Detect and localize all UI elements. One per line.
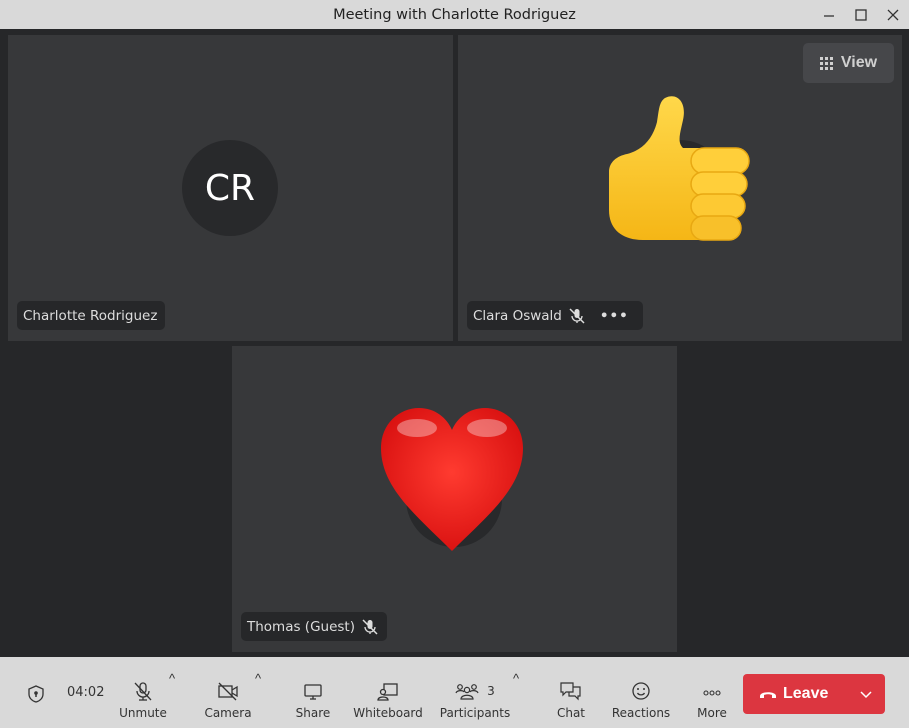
participant-name-tag: Charlotte Rodriguez [17,301,166,330]
chat-label: Chat [556,706,586,720]
thumbs-up-reaction [598,90,758,250]
unmute-label: Unmute [119,706,167,720]
reactions-label: Reactions [611,706,671,720]
maximize-button[interactable] [845,0,877,29]
more-options-button[interactable]: ••• [600,308,629,324]
video-options-caret[interactable]: ^ [255,671,261,686]
participants-icon [455,684,479,700]
unmute-button[interactable]: Unmute [118,676,168,720]
maximize-icon [855,8,867,21]
mic-off-icon [569,307,585,324]
camera-label: Camera [204,706,252,720]
window-title: Meeting with Charlotte Rodriguez [333,6,576,23]
security-shield-icon[interactable] [26,684,46,704]
whiteboard-label: Whiteboard [353,706,423,720]
participant-name-tag: Clara Oswald ••• [467,301,643,330]
audio-options-caret[interactable]: ^ [169,671,175,686]
participant-name: Clara Oswald [473,307,562,324]
chevron-down-icon[interactable] [859,689,873,699]
camera-button[interactable]: Camera [203,676,253,720]
monitor-icon [304,684,322,700]
thumbs-up-icon [609,96,750,241]
close-icon [887,9,899,20]
video-stage: CR Charlotte Rodriguez Clara Oswald ••• … [0,29,909,657]
leave-button[interactable]: Leave [743,674,885,714]
participant-tile[interactable]: CR Charlotte Rodriguez [8,35,453,341]
camera-off-icon [218,682,238,701]
participants-options-caret[interactable]: ^ [513,671,519,686]
participant-tile[interactable]: Thomas (Guest) [232,346,677,652]
smiley-icon [632,682,650,700]
hang-up-icon [760,692,776,698]
meeting-toolbar: 04:02 Unmute ^ Camera ^ Share Whiteboard… [0,657,909,728]
mic-off-icon [362,618,378,635]
avatar: CR [182,140,278,236]
view-button[interactable]: View [803,43,894,83]
minimize-icon [824,14,834,17]
more-button[interactable]: More [693,676,731,720]
share-label: Share [295,706,331,720]
close-button[interactable] [877,0,909,29]
participant-name-tag: Thomas (Guest) [241,612,387,641]
minimize-button[interactable] [813,0,845,29]
participant-tile[interactable]: Clara Oswald ••• View [458,35,902,341]
participants-count: 3 [487,684,495,698]
chat-icon [560,682,581,701]
participants-button[interactable]: 3 Participants [438,676,512,720]
meeting-timer: 04:02 [67,685,105,700]
grid-icon [819,56,833,70]
share-button[interactable]: Share [290,676,336,720]
chat-button[interactable]: Chat [552,676,590,720]
ellipsis-icon [703,690,721,696]
title-bar: Meeting with Charlotte Rodriguez [0,0,909,29]
participant-name: Thomas (Guest) [247,618,355,635]
heart-icon [381,408,523,551]
whiteboard-icon [377,683,398,701]
heart-reaction [372,401,532,561]
participants-label: Participants [439,706,511,720]
more-label: More [697,706,727,720]
reactions-button[interactable]: Reactions [610,676,672,720]
view-label: View [840,54,878,71]
leave-label: Leave [783,685,829,702]
mic-off-icon [134,682,152,701]
participant-name: Charlotte Rodriguez [23,307,158,324]
whiteboard-button[interactable]: Whiteboard [352,676,424,720]
